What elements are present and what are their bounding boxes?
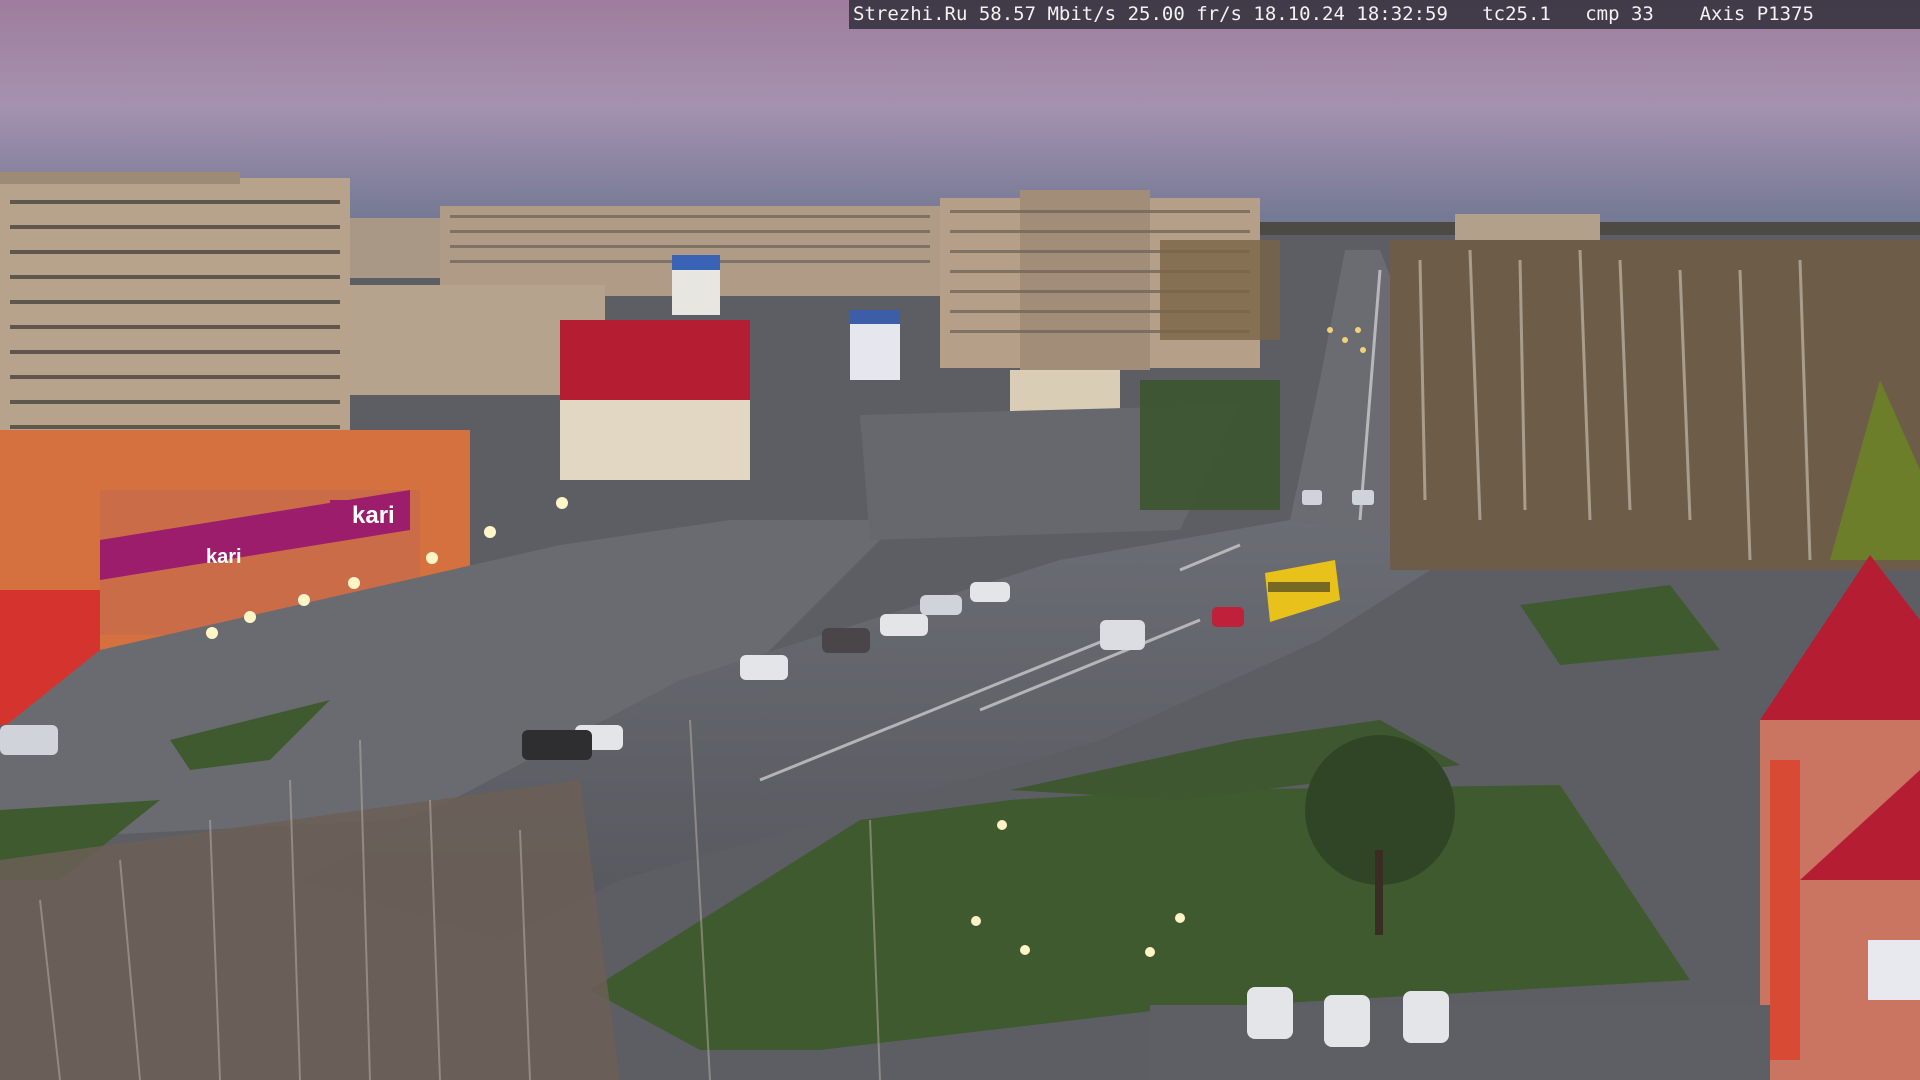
street-webcam-scene: kari kari <box>0 0 1920 1080</box>
bottom-parking-lot <box>1150 1005 1770 1080</box>
store-sign-brand: kari <box>352 502 395 529</box>
parked-cars-bottom <box>1247 987 1449 1047</box>
store-sign-brand-lower: kari <box>206 546 242 568</box>
red-roof-building <box>560 320 750 400</box>
overlay-camera-model: Axis P1375 <box>1699 3 1814 25</box>
birch-forest-right <box>1390 240 1920 570</box>
overlay-site: Strezhi.Ru <box>853 3 968 25</box>
overlay-tc: tc25.1 <box>1482 3 1551 25</box>
overlay-date: 18.10.24 <box>1253 3 1345 25</box>
overlay-cmp: cmp 33 <box>1585 3 1654 25</box>
overlay-time: 18:32:59 <box>1356 3 1448 25</box>
overlay-framerate: 25.00 fr/s <box>1127 3 1242 25</box>
camera-info-overlay: Strezhi.Ru 58.57 Mbit/s 25.00 fr/s 18.10… <box>849 0 1920 29</box>
overlay-bitrate: 58.57 Mbit/s <box>978 3 1117 25</box>
